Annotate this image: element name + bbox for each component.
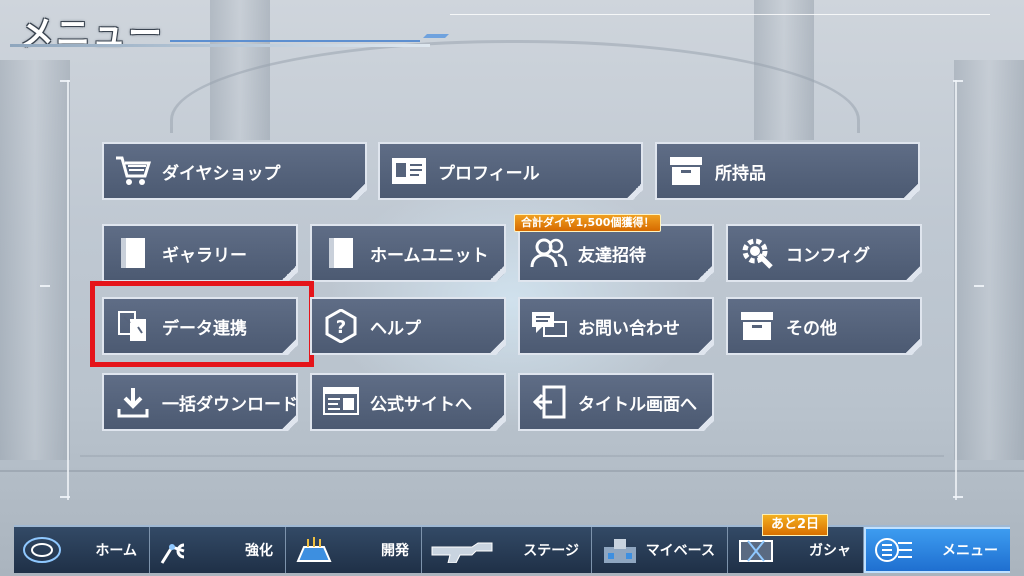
title-accent-line bbox=[170, 40, 420, 42]
gacha-capsule-icon bbox=[734, 533, 778, 567]
config-label: コンフィグ bbox=[786, 245, 871, 266]
svg-text:?: ? bbox=[336, 317, 346, 338]
nav-home-label: ホーム bbox=[95, 543, 137, 559]
home-emblem-icon bbox=[20, 533, 64, 567]
chat-bubbles-icon bbox=[530, 307, 568, 345]
gallery-button[interactable]: ギャラリー bbox=[102, 224, 298, 282]
blueprint-icon bbox=[292, 533, 336, 567]
exit-door-icon bbox=[530, 383, 568, 421]
help-label: ヘルプ bbox=[370, 318, 421, 339]
users-icon bbox=[530, 234, 568, 272]
other-label: その他 bbox=[786, 318, 837, 339]
bulk-download-label: 一括ダウンロード bbox=[162, 394, 298, 415]
inventory-button[interactable]: 所持品 bbox=[655, 142, 920, 200]
title-underline bbox=[10, 44, 430, 47]
invite-friends-label: 友達招待 bbox=[578, 245, 646, 266]
home-unit-button[interactable]: ホームユニット bbox=[310, 224, 506, 282]
nav-enhance-label: 強化 bbox=[245, 543, 273, 559]
nav-home[interactable]: ホーム bbox=[14, 527, 150, 573]
id-card-icon bbox=[390, 152, 428, 190]
bottom-nav: ホーム 強化 開発 ステージ マイベース ガシャ メニュー bbox=[14, 525, 1010, 573]
header-rule bbox=[450, 14, 990, 15]
box-icon bbox=[667, 152, 705, 190]
menu-circuit-icon bbox=[872, 533, 916, 567]
other-button[interactable]: その他 bbox=[726, 297, 922, 355]
shopping-cart-icon bbox=[114, 152, 152, 190]
nav-my-base-label: マイベース bbox=[645, 543, 715, 559]
book-icon bbox=[322, 234, 360, 272]
nav-develop-label: 開発 bbox=[381, 543, 409, 559]
profile-button[interactable]: プロフィール bbox=[378, 142, 643, 200]
highlight-box bbox=[90, 281, 314, 367]
help-button[interactable]: ? ヘルプ bbox=[310, 297, 506, 355]
config-button[interactable]: コンフィグ bbox=[726, 224, 922, 282]
nav-my-base[interactable]: マイベース bbox=[592, 527, 728, 573]
diamond-shop-label: ダイヤショップ bbox=[162, 163, 281, 184]
official-site-label: 公式サイトへ bbox=[370, 394, 472, 415]
contact-label: お問い合わせ bbox=[578, 318, 680, 339]
to-title-button[interactable]: タイトル画面へ bbox=[518, 373, 714, 431]
title-accent-slash bbox=[423, 34, 449, 38]
book-icon bbox=[114, 234, 152, 272]
home-unit-label: ホームユニット bbox=[370, 245, 489, 266]
gacha-remaining-badge: あと2日 bbox=[762, 514, 829, 536]
base-building-icon bbox=[598, 533, 642, 567]
invite-friends-button[interactable]: 友達招待 bbox=[518, 224, 714, 282]
robot-arm-icon bbox=[156, 533, 200, 567]
nav-enhance[interactable]: 強化 bbox=[150, 527, 286, 573]
nav-stage-label: ステージ bbox=[523, 543, 579, 559]
contact-button[interactable]: お問い合わせ bbox=[518, 297, 714, 355]
official-site-button[interactable]: 公式サイトへ bbox=[310, 373, 506, 431]
nav-menu-label: メニュー bbox=[942, 543, 998, 559]
nav-menu[interactable]: メニュー bbox=[864, 527, 1010, 573]
browser-window-icon bbox=[322, 383, 360, 421]
gear-wrench-icon bbox=[738, 234, 776, 272]
diamond-shop-button[interactable]: ダイヤショップ bbox=[102, 142, 367, 200]
invite-reward-badge: 合計ダイヤ1,500個獲得！ bbox=[514, 214, 662, 232]
inventory-label: 所持品 bbox=[715, 163, 766, 184]
gun-icon bbox=[428, 533, 498, 567]
page-title: メニュー bbox=[20, 14, 164, 54]
help-icon: ? bbox=[322, 307, 360, 345]
bulk-download-button[interactable]: 一括ダウンロード bbox=[102, 373, 298, 431]
to-title-label: タイトル画面へ bbox=[578, 394, 697, 415]
gallery-label: ギャラリー bbox=[162, 245, 247, 266]
nav-gacha-label: ガシャ bbox=[809, 543, 851, 559]
nav-develop[interactable]: 開発 bbox=[286, 527, 422, 573]
nav-stage[interactable]: ステージ bbox=[422, 527, 592, 573]
box-icon bbox=[738, 307, 776, 345]
download-icon bbox=[114, 383, 152, 421]
profile-label: プロフィール bbox=[438, 163, 540, 184]
